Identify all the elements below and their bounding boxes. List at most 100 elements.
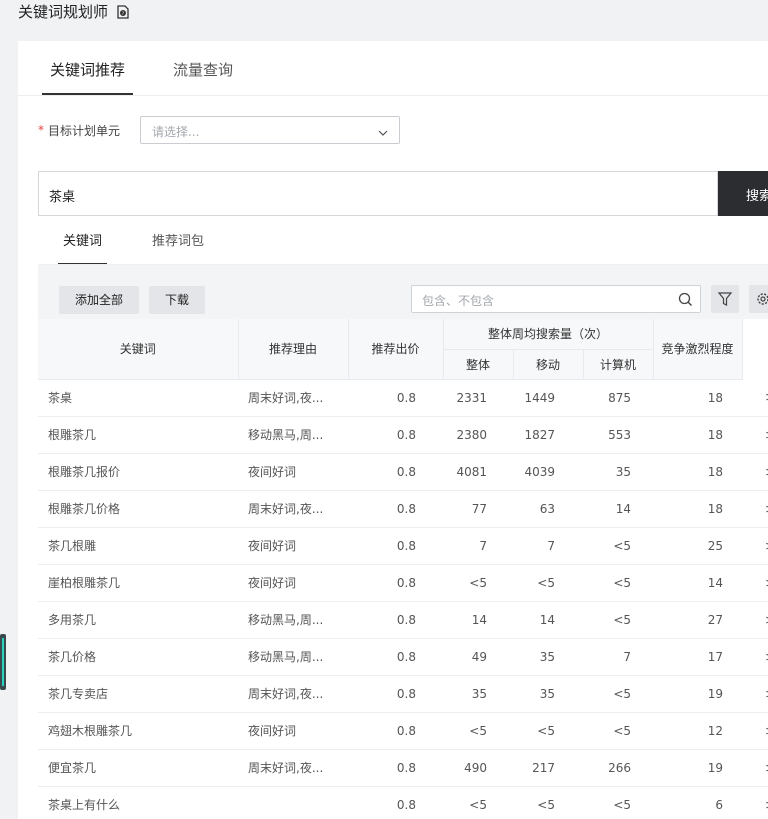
reason-cell: 夜间好词 <box>238 527 348 565</box>
keyword-cell: 根雕茶几报价 <box>38 453 238 491</box>
reason-cell: 夜间好词 <box>238 453 348 491</box>
bid-cell: 0.8 <box>348 453 443 491</box>
doc-help-icon[interactable]: ? <box>116 4 130 19</box>
table-row[interactable]: 便宜茶几周末好词,夜...0.849021726619> <box>38 749 768 787</box>
mobile-search-cell: 7 <box>513 527 583 565</box>
pc-search-cell: 7 <box>583 638 654 676</box>
row-arrow-icon[interactable]: > <box>742 490 768 528</box>
reason-cell: 夜间好词 <box>238 564 348 602</box>
tab-traffic-query[interactable]: 流量查询 <box>165 41 241 95</box>
table-row[interactable]: 多用茶几移动黑马,周...0.81414<527> <box>38 601 768 639</box>
pc-search-cell: 35 <box>583 453 654 491</box>
reason-cell: 移动黑马,周... <box>238 601 348 639</box>
pc-search-cell: 553 <box>583 416 654 454</box>
mobile-search-cell: 14 <box>513 601 583 639</box>
tab-keyword-recommend[interactable]: 关键词推荐 <box>42 41 134 95</box>
gear-icon[interactable] <box>749 285 768 313</box>
bid-cell: 0.8 <box>348 786 443 819</box>
table-row[interactable]: 根雕茶几价格周末好词,夜...0.877631418> <box>38 490 768 528</box>
search-button[interactable]: 搜索 <box>718 171 768 216</box>
scrollbar-handle[interactable] <box>0 634 6 690</box>
table-row[interactable]: 根雕茶几报价夜间好词0.8408140393518> <box>38 453 768 491</box>
add-all-button[interactable]: 添加全部 <box>59 286 139 314</box>
keyword-search-input[interactable]: 茶桌 <box>38 171 718 216</box>
header-action-spacer <box>742 319 768 379</box>
keyword-cell: 茶几价格 <box>38 638 238 676</box>
bid-cell: 0.8 <box>348 379 443 417</box>
competition-cell: 19 <box>653 749 743 787</box>
bid-cell: 0.8 <box>348 749 443 787</box>
tab-recommended-packages[interactable]: 推荐词包 <box>147 231 209 265</box>
overall-search-cell: <5 <box>443 564 513 602</box>
top-tabs: 关键词推荐 流量查询 <box>42 41 273 95</box>
header-competition[interactable]: 竞争激烈程度 <box>653 319 743 380</box>
reason-cell: 夜间好词 <box>238 712 348 750</box>
mobile-search-cell: 35 <box>513 675 583 713</box>
mobile-search-cell: 1827 <box>513 416 583 454</box>
target-unit-select[interactable]: 请选择... <box>140 116 400 144</box>
search-icon[interactable] <box>678 292 693 307</box>
header-overall[interactable]: 整体 <box>443 349 514 380</box>
row-arrow-icon[interactable]: > <box>742 564 768 602</box>
competition-cell: 12 <box>653 712 743 750</box>
reason-cell: 周末好词,夜... <box>238 379 348 417</box>
filter-input[interactable]: 包含、不包含 <box>411 285 701 313</box>
overall-search-cell: 49 <box>443 638 513 676</box>
bid-cell: 0.8 <box>348 564 443 602</box>
bid-cell: 0.8 <box>348 490 443 528</box>
table-toolbar: 添加全部 下载 包含、不包含 <box>38 265 768 320</box>
row-arrow-icon[interactable]: > <box>742 453 768 491</box>
header-weekly-search: 整体周均搜索量（次） <box>443 319 654 350</box>
pc-search-cell: <5 <box>583 601 654 639</box>
row-arrow-icon[interactable]: > <box>742 601 768 639</box>
row-arrow-icon[interactable]: > <box>742 638 768 676</box>
row-arrow-icon[interactable]: > <box>742 675 768 713</box>
mobile-search-cell: 1449 <box>513 379 583 417</box>
filter-icon[interactable] <box>711 285 739 313</box>
overall-search-cell: <5 <box>443 712 513 750</box>
row-arrow-icon[interactable]: > <box>742 379 768 417</box>
keyword-cell: 根雕茶几价格 <box>38 490 238 528</box>
table-row[interactable]: 崖柏根雕茶几夜间好词0.8<5<5<514> <box>38 564 768 602</box>
header-keyword[interactable]: 关键词 <box>38 319 239 380</box>
reason-cell: 移动黑马,周... <box>238 638 348 676</box>
table-row[interactable]: 茶几专卖店周末好词,夜...0.83535<519> <box>38 675 768 713</box>
overall-search-cell: 77 <box>443 490 513 528</box>
top-tabs-divider <box>18 95 768 96</box>
row-arrow-icon[interactable]: > <box>742 786 768 819</box>
row-arrow-icon[interactable]: > <box>742 527 768 565</box>
keyword-cell: 崖柏根雕茶几 <box>38 564 238 602</box>
table-row[interactable]: 茶几价格移动黑马,周...0.84935717> <box>38 638 768 676</box>
competition-cell: 14 <box>653 564 743 602</box>
overall-search-cell: <5 <box>443 786 513 819</box>
tab-keywords[interactable]: 关键词 <box>58 231 108 265</box>
header-reason: 推荐理由 <box>238 319 349 380</box>
reason-cell: 移动黑马,周... <box>238 416 348 454</box>
download-button[interactable]: 下载 <box>149 286 205 314</box>
bid-cell: 0.8 <box>348 675 443 713</box>
chevron-down-icon <box>377 124 389 136</box>
sub-tabs: 关键词 推荐词包 <box>58 231 249 265</box>
target-unit-placeholder: 请选择... <box>152 125 200 139</box>
overall-search-cell: 4081 <box>443 453 513 491</box>
mobile-search-cell: 63 <box>513 490 583 528</box>
keyword-cell: 根雕茶几 <box>38 416 238 454</box>
row-arrow-icon[interactable]: > <box>742 416 768 454</box>
keyword-cell: 茶桌 <box>38 379 238 417</box>
competition-cell: 6 <box>653 786 743 819</box>
keyword-cell: 茶几根雕 <box>38 527 238 565</box>
competition-cell: 18 <box>653 416 743 454</box>
reason-cell: 周末好词,夜... <box>238 675 348 713</box>
table-row[interactable]: 茶桌周末好词,夜...0.82331144987518> <box>38 379 768 417</box>
header-mobile[interactable]: 移动 <box>513 349 584 380</box>
table-row[interactable]: 茶几根雕夜间好词0.877<525> <box>38 527 768 565</box>
table-row[interactable]: 根雕茶几移动黑马,周...0.82380182755318> <box>38 416 768 454</box>
row-arrow-icon[interactable]: > <box>742 712 768 750</box>
mobile-search-cell: <5 <box>513 564 583 602</box>
target-unit-label: 目标计划单元 <box>48 123 121 138</box>
header-bid[interactable]: 推荐出价 <box>348 319 444 380</box>
header-pc[interactable]: 计算机 <box>583 349 654 380</box>
row-arrow-icon[interactable]: > <box>742 749 768 787</box>
table-row[interactable]: 茶桌上有什么0.8<5<5<56> <box>38 786 768 819</box>
table-row[interactable]: 鸡翅木根雕茶几夜间好词0.8<5<5<512> <box>38 712 768 750</box>
